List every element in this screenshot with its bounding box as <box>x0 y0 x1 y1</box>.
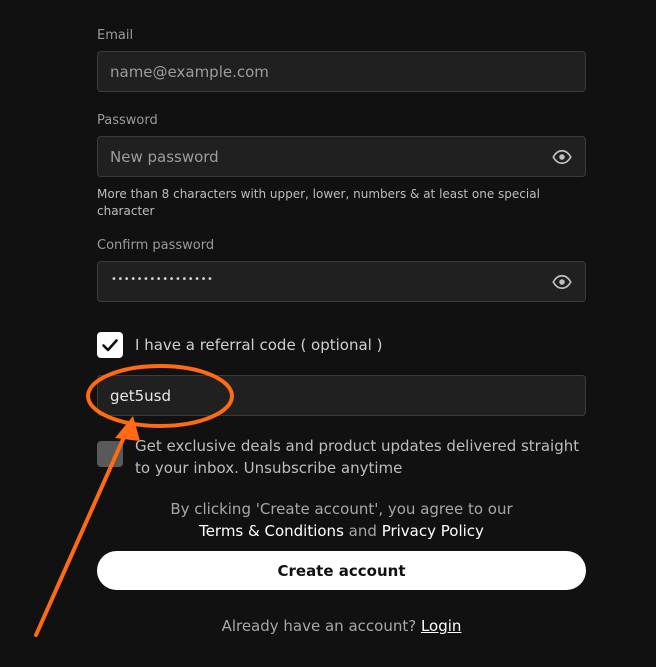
email-field-wrapper <box>97 51 586 92</box>
password-label: Password <box>97 113 158 128</box>
marketing-opt-in-checkbox[interactable] <box>97 441 123 467</box>
terms-link[interactable]: Terms & Conditions <box>199 522 344 540</box>
login-link[interactable]: Login <box>421 617 461 635</box>
eye-icon[interactable] <box>551 147 573 167</box>
privacy-policy-link[interactable]: Privacy Policy <box>382 522 484 540</box>
password-field[interactable] <box>110 137 530 176</box>
eye-icon[interactable] <box>551 272 573 292</box>
login-prompt-text: Already have an account? <box>221 617 417 635</box>
terms-prefix: By clicking 'Create account', you agree … <box>170 500 513 518</box>
create-account-button[interactable]: Create account <box>97 551 586 590</box>
terms-notice: By clicking 'Create account', you agree … <box>97 498 586 542</box>
checkmark-icon <box>102 339 118 352</box>
confirm-password-masked-value: •••••••••••••••• <box>111 274 214 285</box>
confirm-password-label: Confirm password <box>97 238 215 253</box>
referral-code-input[interactable] <box>110 376 530 415</box>
marketing-opt-in-label: Get exclusive deals and product updates … <box>135 437 580 477</box>
referral-code-field-wrapper <box>97 375 586 416</box>
signup-form: Email Password More than 8 characters wi… <box>0 0 656 667</box>
login-prompt: Already have an account? Login <box>97 617 586 635</box>
password-field-wrapper <box>97 136 586 177</box>
email-label: Email <box>97 28 134 43</box>
referral-code-checkbox[interactable] <box>97 332 123 358</box>
password-hint: More than 8 characters with upper, lower… <box>97 187 540 218</box>
confirm-password-field[interactable]: •••••••••••••••• <box>97 261 586 302</box>
terms-and: and <box>348 522 377 540</box>
referral-code-checkbox-label: I have a referral code ( optional ) <box>135 336 383 354</box>
email-field[interactable] <box>110 52 530 91</box>
